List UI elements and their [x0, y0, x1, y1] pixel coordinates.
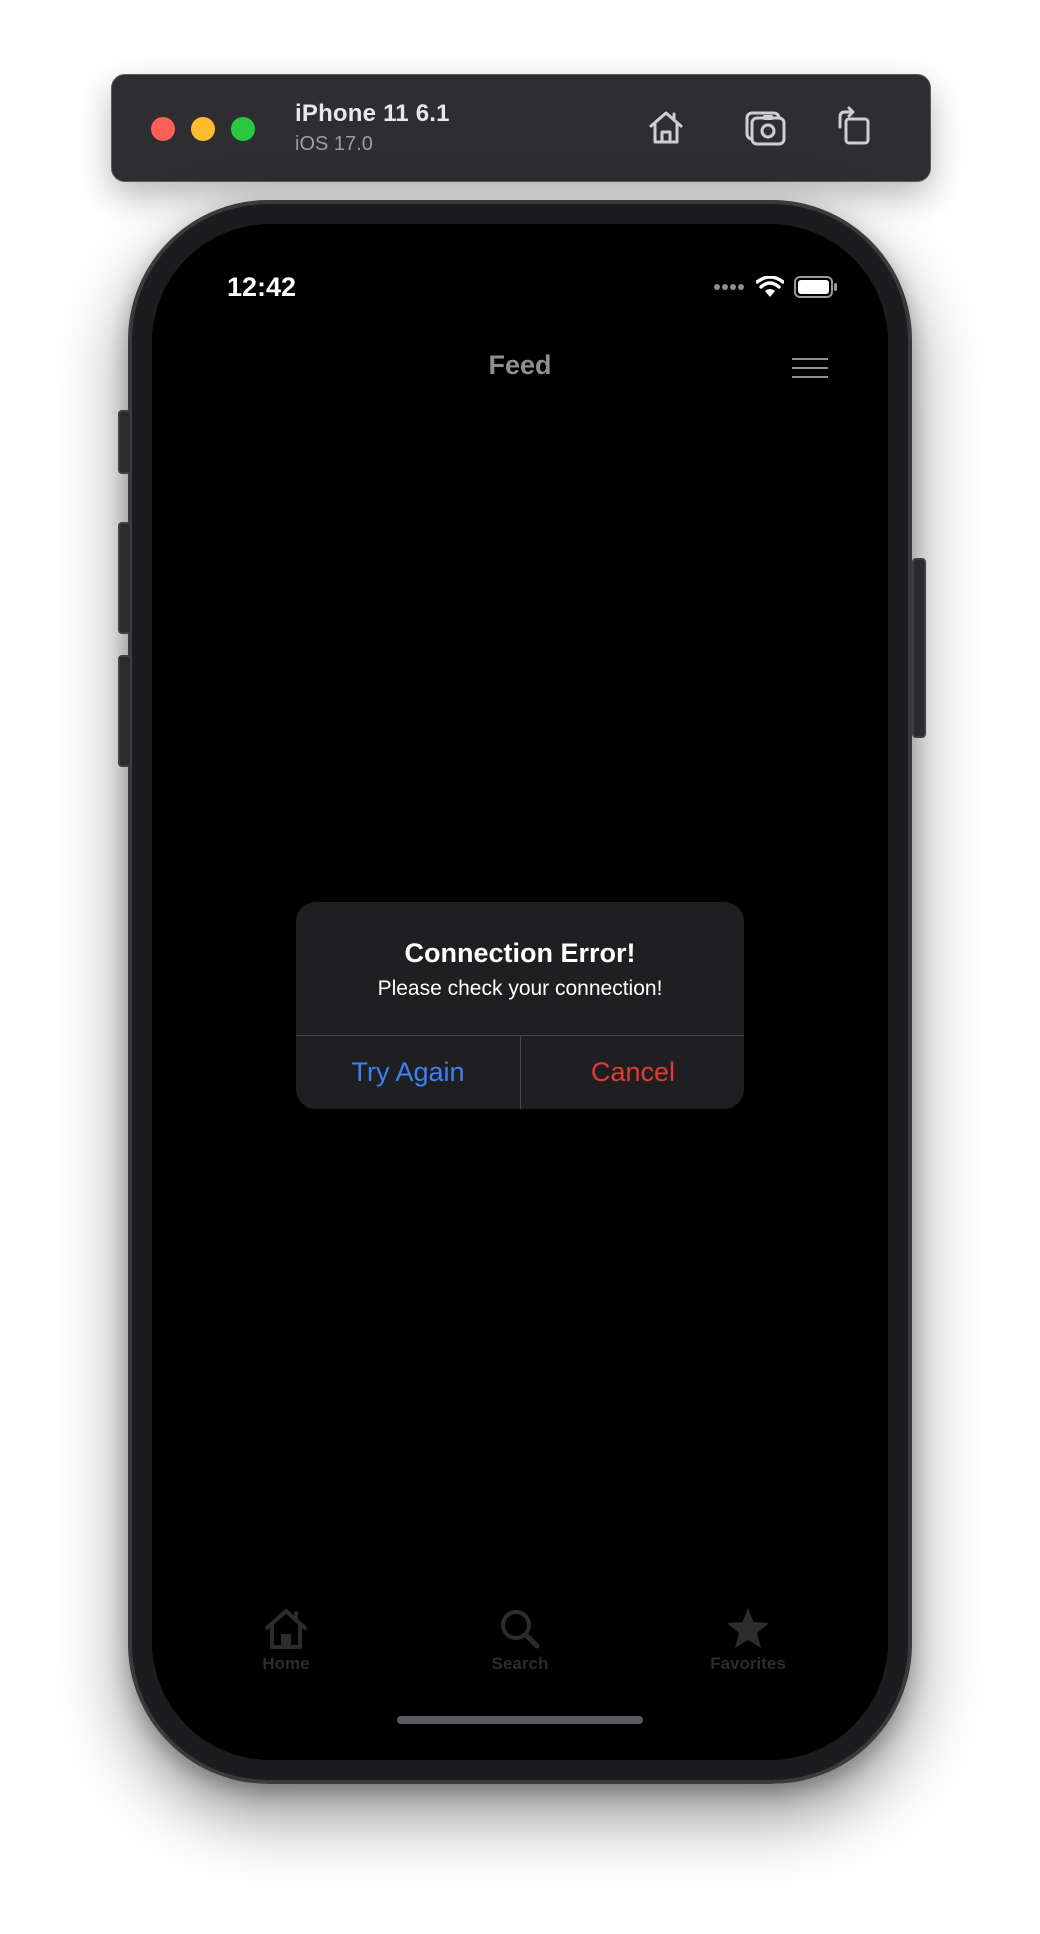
- status-indicators: [714, 276, 838, 298]
- home-button[interactable]: [642, 103, 690, 151]
- simulator-window: iPhone 11 6.1 iOS 17.0 12:42 Feed Connec…: [0, 0, 1040, 1934]
- power-button: [912, 558, 926, 738]
- try-again-button[interactable]: Try Again: [296, 1036, 520, 1109]
- alert-title: Connection Error!: [404, 938, 636, 968]
- home-indicator[interactable]: [397, 1716, 643, 1724]
- zoom-window-button[interactable]: [231, 117, 255, 141]
- home-icon: [649, 111, 683, 144]
- battery-icon: [794, 276, 837, 298]
- device-name: iPhone 11 6.1: [295, 100, 450, 127]
- tab-home-label: Home: [262, 1654, 310, 1673]
- screenshot-button[interactable]: [741, 103, 789, 151]
- status-time: 12:42: [227, 272, 297, 302]
- volume-down-button: [118, 655, 132, 767]
- home-icon: [265, 1609, 307, 1649]
- rotate-icon: [838, 106, 870, 145]
- close-window-button[interactable]: [151, 117, 175, 141]
- phone-screen: 12:42 Feed Connection Error! Please chec…: [152, 224, 888, 1760]
- cancel-button[interactable]: Cancel: [521, 1036, 744, 1109]
- menu-icon[interactable]: [790, 354, 830, 382]
- page-title: Feed: [488, 350, 552, 380]
- wifi-icon: [756, 276, 784, 297]
- tab-home[interactable]: Home: [226, 1606, 346, 1674]
- error-alert-dialog: Connection Error! Please check your conn…: [296, 902, 744, 1109]
- search-icon: [501, 1610, 540, 1649]
- volume-up-button: [118, 522, 132, 634]
- alert-message: Please check your connection!: [377, 977, 663, 1000]
- signal-icon: [714, 284, 744, 290]
- tab-search[interactable]: Search: [460, 1606, 580, 1674]
- minimize-window-button[interactable]: [191, 117, 215, 141]
- os-version: iOS 17.0: [295, 133, 373, 155]
- silent-switch: [118, 410, 132, 474]
- tab-favorites-label: Favorites: [710, 1654, 786, 1673]
- screenshot-icon: [745, 111, 786, 146]
- simulator-toolbar: iPhone 11 6.1 iOS 17.0: [111, 74, 931, 182]
- star-icon: [727, 1608, 769, 1648]
- rotate-button[interactable]: [830, 103, 878, 151]
- tab-search-label: Search: [491, 1654, 549, 1673]
- tab-favorites[interactable]: Favorites: [688, 1606, 808, 1674]
